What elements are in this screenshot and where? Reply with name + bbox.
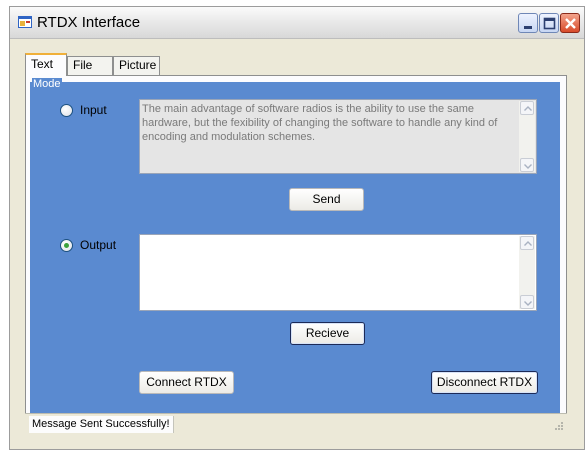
mode-groupbox: Mode Input The main advantage of softwar…	[30, 78, 560, 418]
minimize-icon	[524, 26, 532, 29]
close-button[interactable]	[560, 13, 580, 33]
input-radio[interactable]	[60, 104, 73, 117]
output-textarea[interactable]	[139, 234, 537, 311]
disconnect-rtdx-button[interactable]: Disconnect RTDX	[431, 371, 538, 394]
input-textarea-text: The main advantage of software radios is…	[142, 103, 498, 143]
tab-text[interactable]: Text	[25, 53, 67, 76]
output-radio-label[interactable]: Output	[80, 238, 116, 252]
output-radio[interactable]	[60, 239, 73, 252]
resize-grip-icon[interactable]	[552, 421, 564, 433]
connect-rtdx-button[interactable]: Connect RTDX	[139, 371, 234, 394]
status-message: Message Sent Successfully!	[29, 416, 174, 433]
input-radio-label[interactable]: Input	[80, 103, 107, 117]
scroll-up-icon[interactable]	[520, 236, 534, 250]
tab-file[interactable]: File	[67, 56, 113, 75]
app-window-icon	[18, 16, 32, 28]
mode-legend: Mode	[32, 78, 62, 90]
tab-picture[interactable]: Picture	[113, 56, 160, 75]
receive-button[interactable]: Recieve	[290, 322, 365, 345]
tab-panel-text: Mode Input The main advantage of softwar…	[25, 75, 567, 434]
radio-checked-dot	[64, 243, 69, 248]
send-button[interactable]: Send	[289, 188, 364, 211]
rtdx-window: RTDX Interface Text File Picture Mode In…	[9, 6, 585, 450]
minimize-button[interactable]	[518, 13, 538, 33]
scroll-down-icon[interactable]	[520, 295, 534, 309]
scroll-down-icon[interactable]	[520, 158, 534, 172]
close-icon	[565, 18, 576, 29]
input-textarea[interactable]: The main advantage of software radios is…	[139, 99, 537, 174]
title-bar[interactable]: RTDX Interface	[10, 7, 584, 39]
output-scrollbar[interactable]	[519, 236, 535, 309]
maximize-button[interactable]	[539, 13, 559, 33]
status-bar: Message Sent Successfully!	[25, 413, 567, 436]
window-title: RTDX Interface	[37, 14, 141, 31]
maximize-icon	[543, 17, 556, 30]
input-scrollbar[interactable]	[519, 101, 535, 172]
scroll-up-icon[interactable]	[520, 101, 534, 115]
